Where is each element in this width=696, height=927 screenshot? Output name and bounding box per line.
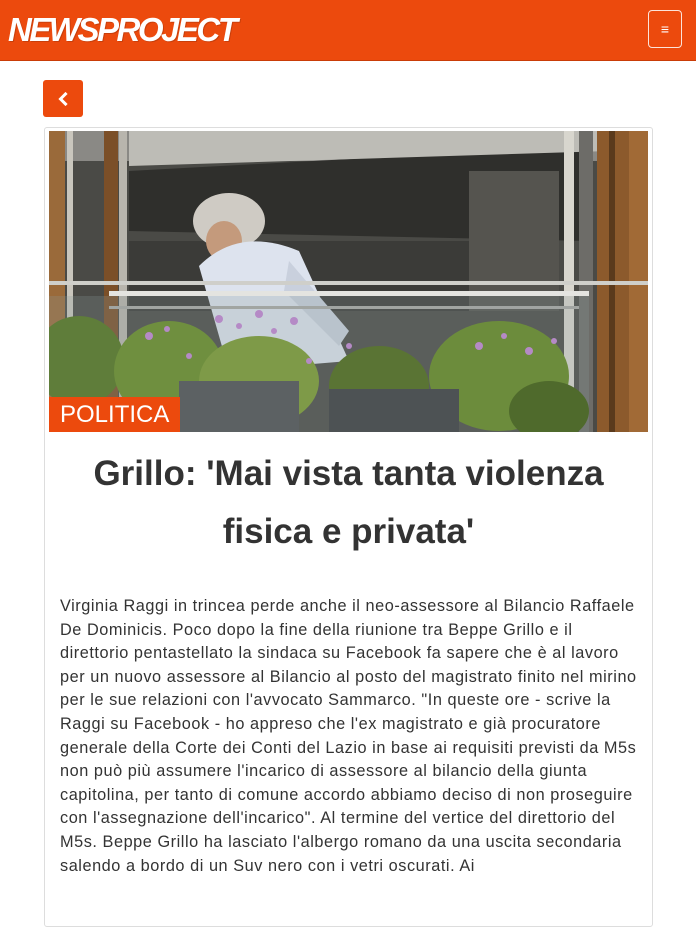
article-photo [49, 131, 648, 432]
top-navbar: NEWSPROJECT ≡ [0, 0, 696, 61]
back-button[interactable] [43, 80, 83, 117]
hamburger-icon: ≡ [660, 21, 670, 37]
menu-toggle-button[interactable]: ≡ [648, 10, 682, 48]
category-badge[interactable]: POLITICA [49, 397, 181, 432]
site-logo[interactable]: NEWSPROJECT [8, 10, 238, 50]
article-title: Grillo: 'Mai vista tanta violenza fisica… [93, 454, 604, 551]
article-body: Virginia Raggi in trincea perde anche il… [60, 597, 637, 875]
chevron-left-icon [58, 91, 68, 106]
